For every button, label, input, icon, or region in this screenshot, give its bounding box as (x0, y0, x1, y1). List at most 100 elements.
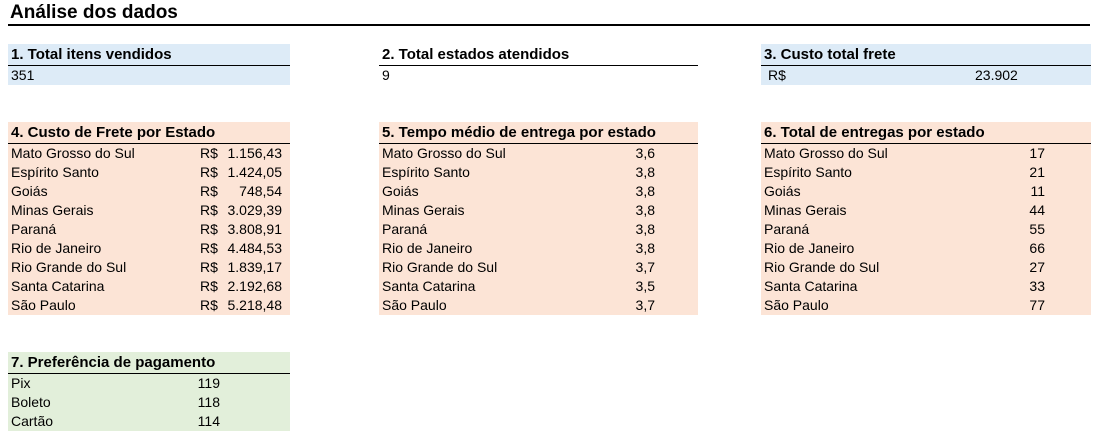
kpi-total-items-value[interactable]: 351 (8, 66, 290, 85)
state-label: São Paulo (382, 297, 447, 313)
table-row[interactable]: Goiás R$ 748,54 (8, 182, 290, 201)
state-label: Mato Grosso do Sul (382, 145, 506, 161)
deliveries-by-state-table: 6. Total de entregas por estado Mato Gro… (761, 122, 1091, 315)
table-row[interactable]: Rio de Janeiro 66 (761, 239, 1091, 258)
currency-label: R$ (200, 145, 218, 161)
table-row[interactable]: Rio Grande do Sul 27 (761, 258, 1091, 277)
state-label: Espírito Santo (11, 164, 99, 180)
state-label: Goiás (382, 183, 419, 199)
currency-label: R$ (200, 297, 218, 313)
deliveries-by-state-title: 6. Total de entregas por estado (761, 122, 1091, 144)
table-row[interactable]: Espírito Santo 21 (761, 163, 1091, 182)
table-row[interactable]: Mato Grosso do Sul 17 (761, 144, 1091, 163)
table-row[interactable]: Espírito Santo 3,8 (379, 163, 698, 182)
delivery-days: 3,8 (635, 240, 655, 256)
currency-label: R$ (200, 164, 218, 180)
table-row[interactable]: Goiás 11 (761, 182, 1091, 201)
table-row[interactable]: Mato Grosso do Sul 3,6 (379, 144, 698, 163)
table-row[interactable]: Paraná 55 (761, 220, 1091, 239)
table-row[interactable]: Cartão 114 (8, 412, 290, 431)
table-row[interactable]: Minas Gerais 44 (761, 201, 1091, 220)
table-row[interactable]: São Paulo 77 (761, 296, 1091, 315)
currency-label: R$ (768, 67, 786, 83)
currency-label: R$ (200, 221, 218, 237)
table-row[interactable]: Pix 119 (8, 374, 290, 393)
page-title: Análise dos dados (10, 2, 178, 23)
currency-label: R$ (200, 202, 218, 218)
kpi-freight-total-title: 3. Custo total frete (761, 44, 1091, 66)
state-label: Rio Grande do Sul (382, 259, 498, 275)
table-row[interactable]: Espírito Santo R$ 1.424,05 (8, 163, 290, 182)
kpi-total-states-title: 2. Total estados atendidos (379, 44, 698, 66)
delivery-days: 3,8 (635, 221, 655, 237)
payment-preference-title: 7. Preferência de pagamento (8, 352, 290, 374)
freight-amount: 1.156,43 (227, 145, 283, 161)
table-row[interactable]: Boleto 118 (8, 393, 290, 412)
table-row[interactable]: Paraná 3,8 (379, 220, 698, 239)
table-row[interactable]: Santa Catarina R$ 2.192,68 (8, 277, 290, 296)
table-row[interactable]: Rio de Janeiro 3,8 (379, 239, 698, 258)
table-row[interactable]: Mato Grosso do Sul R$ 1.156,43 (8, 144, 290, 163)
state-label: Rio de Janeiro (11, 240, 102, 256)
state-label: Minas Gerais (11, 202, 94, 218)
delivery-count: 44 (1029, 202, 1045, 218)
state-label: Mato Grosso do Sul (764, 145, 888, 161)
payment-count: 114 (197, 413, 220, 429)
table-row[interactable]: Rio Grande do Sul 3,7 (379, 258, 698, 277)
freight-amount: 1.839,17 (227, 259, 283, 275)
payment-method-label: Cartão (11, 413, 54, 429)
delivery-count: 77 (1029, 297, 1045, 313)
freight-amount: 4.484,53 (227, 240, 283, 256)
payment-method-label: Pix (11, 375, 31, 391)
state-label: Espírito Santo (382, 164, 470, 180)
table-row[interactable]: Santa Catarina 3,5 (379, 277, 698, 296)
state-label: Rio Grande do Sul (764, 259, 880, 275)
state-label: Rio de Janeiro (764, 240, 855, 256)
state-label: Santa Catarina (11, 278, 105, 294)
delivery-days: 3,5 (635, 278, 655, 294)
state-label: Rio Grande do Sul (11, 259, 127, 275)
table-row[interactable]: São Paulo 3,7 (379, 296, 698, 315)
freight-total-amount: 23.902 (975, 67, 1018, 83)
delivery-count: 27 (1029, 259, 1045, 275)
state-label: São Paulo (764, 297, 829, 313)
freight-amount: 748,54 (239, 183, 282, 199)
delivery-count: 55 (1029, 221, 1045, 237)
freight-amount: 1.424,05 (227, 164, 283, 180)
delivery-days: 3,7 (635, 259, 655, 275)
currency-label: R$ (200, 259, 218, 275)
state-label: Paraná (764, 221, 810, 237)
delivery-time-title: 5. Tempo médio de entrega por estado (379, 122, 698, 144)
table-row[interactable]: São Paulo R$ 5.218,48 (8, 296, 290, 315)
state-label: Paraná (382, 221, 428, 237)
delivery-days: 3,7 (635, 297, 655, 313)
delivery-days: 3,6 (635, 145, 655, 161)
table-row[interactable]: Minas Gerais 3,8 (379, 201, 698, 220)
state-label: Paraná (11, 221, 57, 237)
payment-method-label: Boleto (11, 394, 51, 410)
delivery-days: 3,8 (635, 164, 655, 180)
currency-label: R$ (200, 278, 218, 294)
state-label: Espírito Santo (764, 164, 852, 180)
title-divider (8, 24, 1090, 26)
table-row[interactable]: Rio Grande do Sul R$ 1.839,17 (8, 258, 290, 277)
delivery-count: 21 (1029, 164, 1045, 180)
freight-amount: 2.192,68 (227, 278, 283, 294)
kpi-freight-total: 3. Custo total frete R$ 23.902 (761, 44, 1091, 85)
freight-by-state-title: 4. Custo de Frete por Estado (8, 122, 290, 144)
table-row[interactable]: Santa Catarina 33 (761, 277, 1091, 296)
kpi-freight-total-value[interactable]: R$ 23.902 (761, 66, 1091, 85)
delivery-days: 3,8 (635, 202, 655, 218)
kpi-total-states-value[interactable]: 9 (379, 66, 698, 85)
state-label: Santa Catarina (764, 278, 858, 294)
table-row[interactable]: Goiás 3,8 (379, 182, 698, 201)
payment-preference-table: 7. Preferência de pagamento Pix 119 Boleto… (8, 352, 290, 431)
table-row[interactable]: Minas Gerais R$ 3.029,39 (8, 201, 290, 220)
state-label: Minas Gerais (764, 202, 847, 218)
state-label: Mato Grosso do Sul (11, 145, 135, 161)
state-label: Minas Gerais (382, 202, 465, 218)
freight-amount: 3.029,39 (227, 202, 283, 218)
table-row[interactable]: Paraná R$ 3.808,91 (8, 220, 290, 239)
table-row[interactable]: Rio de Janeiro R$ 4.484,53 (8, 239, 290, 258)
state-label: Goiás (764, 183, 801, 199)
